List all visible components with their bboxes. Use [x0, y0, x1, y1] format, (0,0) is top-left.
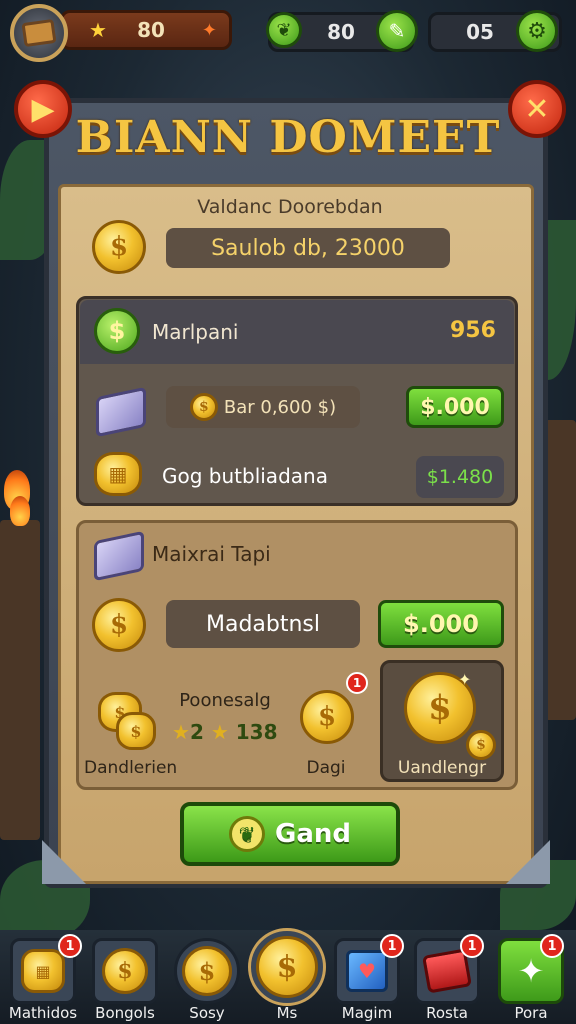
item3-label: Uandlengr — [397, 758, 487, 778]
coin-stack-icon: $ — [116, 712, 156, 750]
item2-label: Dagi — [306, 758, 346, 778]
nav-label: Mathidos — [8, 1004, 78, 1022]
coin-stack-icon: ▦ — [94, 452, 142, 496]
torch-icon — [10, 496, 30, 526]
row2-value: $1.480 — [416, 456, 504, 498]
section1-header-value: 956 — [450, 318, 496, 343]
gem-count: 80 — [327, 20, 355, 44]
section2-header-label: Maixrai Tapi — [152, 542, 271, 566]
settings-button[interactable]: ⚙ — [516, 10, 558, 52]
nav-label: Magim — [341, 1004, 393, 1022]
nav-label: Ms — [276, 1004, 298, 1022]
coin-icon: $ — [182, 946, 232, 996]
nav-badge: 1 — [380, 934, 404, 958]
gift-box-icon: ♥ — [346, 950, 388, 992]
gem-icon: ✦ — [201, 19, 217, 41]
star-icon: ★ — [172, 720, 190, 744]
green-coin-icon: $ — [94, 308, 140, 354]
coin-icon: $ — [189, 393, 218, 421]
coin-counter: ★ 80 ✦ — [60, 10, 232, 50]
gear-icon: ⚙ — [527, 18, 547, 44]
coin-stack-icon: ▦ — [21, 949, 65, 993]
nav-item-bongols[interactable]: $ — [92, 938, 158, 1004]
bonus-label: Poonesalg — [179, 690, 271, 711]
section2-field: Madabtnsl — [166, 600, 360, 648]
section2-buy-button[interactable]: $.000 — [378, 600, 504, 648]
gold-coin-icon: $ — [92, 598, 146, 652]
bonus-row: ★2 ★ 138 — [172, 720, 277, 744]
gold-coin-icon: $ — [92, 220, 146, 274]
balance-field: Saulob db, 23000 — [166, 228, 450, 268]
grand-button-label: Gand — [274, 819, 351, 849]
sparkle-icon: ✦ — [458, 670, 472, 689]
item1-label: Dandlerien — [84, 758, 178, 778]
background-fence — [0, 520, 40, 840]
star-icon: ★ — [89, 18, 107, 42]
bonus-stars: 2 — [189, 720, 204, 744]
big-coin-icon: $ — [256, 936, 318, 998]
bonus-value: 138 — [235, 720, 278, 744]
panel-corner — [42, 840, 86, 884]
section1-header-label: Marlpani — [152, 320, 239, 344]
row2-text: Gog butbliadana — [162, 464, 328, 488]
nav-label: Sosy — [189, 1004, 225, 1022]
player-avatar[interactable] — [10, 4, 68, 62]
small-coin-icon: $ — [466, 730, 496, 760]
nav-badge: 1 — [460, 934, 484, 958]
currency-section-header — [80, 300, 514, 364]
item2-badge: 1 — [346, 672, 368, 694]
nav-item-sosy[interactable]: $ — [174, 938, 240, 1004]
panel-corner — [506, 840, 550, 884]
row1-buy-button[interactable]: $.000 — [406, 386, 504, 428]
chest-icon — [21, 18, 57, 48]
star-icon: ★ — [210, 720, 229, 744]
coin-icon: $ — [102, 948, 148, 994]
grand-button[interactable]: ❦ Gand — [180, 802, 400, 866]
nav-label: Bongols — [95, 1004, 155, 1022]
nav-item-ms[interactable]: $ — [248, 928, 326, 1006]
panel-subtitle: Valdanc Doorebdan — [197, 196, 383, 218]
add-gems-button[interactable]: ✎ — [376, 10, 418, 52]
gold-coin-icon[interactable]: $ — [300, 690, 354, 744]
coin-count: 80 — [137, 18, 165, 42]
leaf-icon: ❦ — [266, 12, 302, 48]
row1-field: $ Bar 0,600 $) — [166, 386, 360, 428]
dialog-title: BIANN DOMEET — [75, 112, 501, 163]
row1-text: Bar 0,600 $) — [223, 396, 337, 418]
gear-count: 05 — [466, 20, 494, 44]
leaf-icon: ❦ — [228, 816, 265, 852]
nav-badge: 1 — [540, 934, 564, 958]
star-icon: ✦ — [517, 952, 545, 990]
nav-label: Pora — [514, 1004, 548, 1022]
nav-label: Rosta — [426, 1004, 468, 1022]
nav-badge: 1 — [58, 934, 82, 958]
